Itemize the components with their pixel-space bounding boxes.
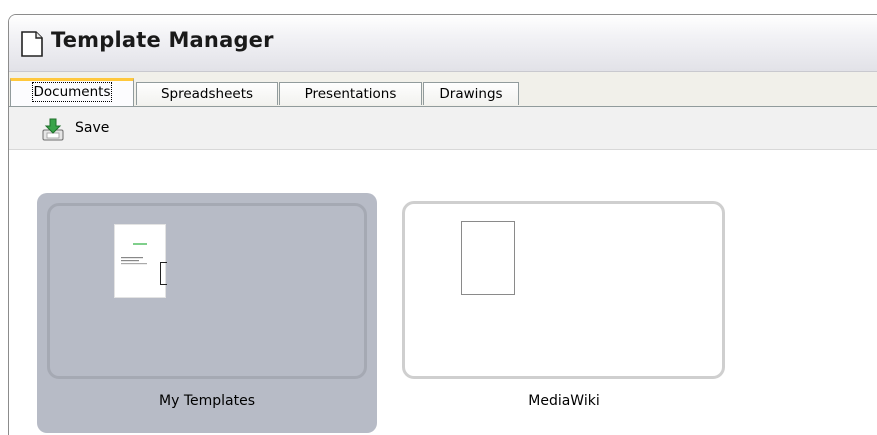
title-bar[interactable]: Template Manager [9, 15, 877, 72]
toolbar: Save [9, 107, 877, 150]
template-manager-window: Template Manager Documents Spreadsheets … [8, 14, 877, 435]
template-folder-view: My Templates MediaWiki [9, 150, 877, 435]
folder-label: MediaWiki [528, 393, 600, 409]
folder-thumbnail-frame [402, 201, 725, 379]
tab-bar: Documents Spreadsheets Presentations Dra… [9, 72, 877, 107]
tab-spreadsheets[interactable]: Spreadsheets [136, 82, 278, 105]
tab-documents[interactable]: Documents [10, 78, 134, 106]
save-label: Save [75, 120, 110, 136]
tab-drawings-label: Drawings [439, 86, 503, 102]
document-thumbnail-lines [121, 243, 147, 265]
folder-my-templates[interactable]: My Templates [37, 193, 377, 433]
tab-spreadsheets-label: Spreadsheets [160, 86, 254, 102]
folder-mediawiki[interactable]: MediaWiki [402, 193, 742, 433]
document-icon [21, 31, 43, 57]
tab-presentations[interactable]: Presentations [279, 82, 422, 105]
tab-drawings[interactable]: Drawings [423, 82, 519, 105]
empty-page-thumbnail [461, 221, 515, 295]
save-button[interactable]: Save [41, 115, 151, 143]
tab-documents-label: Documents [31, 82, 113, 102]
thumbnail-marker [160, 262, 167, 285]
window-title: Template Manager [51, 28, 274, 52]
save-download-icon [42, 118, 64, 141]
document-thumbnail [114, 224, 166, 298]
folder-label: My Templates [159, 393, 255, 409]
tab-presentations-label: Presentations [304, 86, 397, 102]
folder-thumbnail-frame [47, 203, 367, 379]
